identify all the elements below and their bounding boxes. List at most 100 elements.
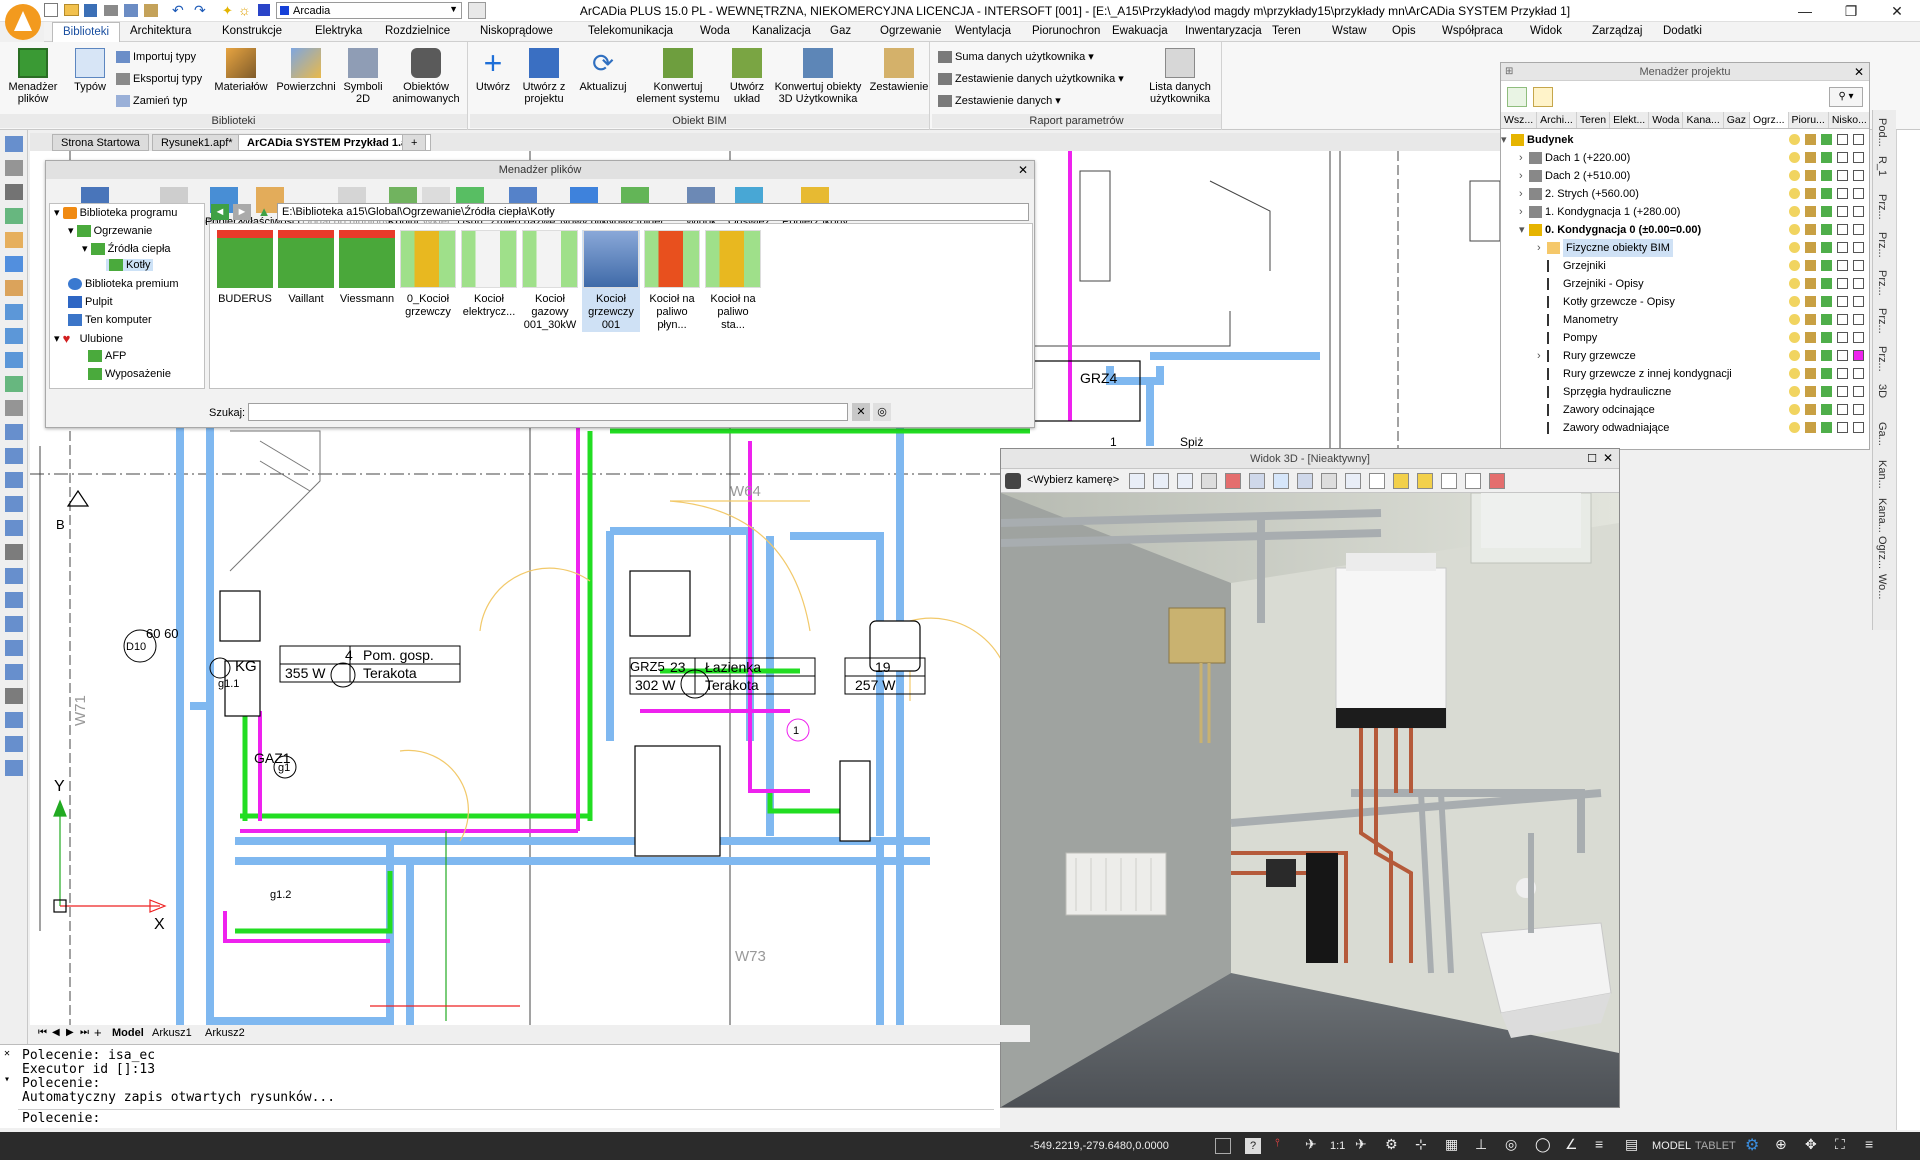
lock-icon[interactable] xyxy=(1805,188,1816,199)
doc-tab[interactable]: Strona Startowa xyxy=(52,134,149,151)
search-input[interactable] xyxy=(248,403,848,421)
layer-toggle[interactable] xyxy=(1853,368,1864,379)
grid-icon[interactable]: ▦ xyxy=(1445,1136,1458,1153)
polar-icon[interactable]: ◎ xyxy=(1505,1136,1517,1153)
layer-select[interactable]: Arcadia ▼ xyxy=(276,2,462,19)
measure-icon[interactable] xyxy=(1297,473,1313,489)
visibility-icon[interactable] xyxy=(1789,242,1800,253)
print-icon[interactable] xyxy=(1821,224,1832,235)
side-tab[interactable]: Prz... xyxy=(1876,270,1888,296)
tpy-icon[interactable]: ▤ xyxy=(1625,1136,1638,1153)
tab-wentylacja[interactable]: Wentylacja xyxy=(955,25,1011,37)
expand-icon[interactable]: › xyxy=(1519,203,1523,221)
side-tab[interactable]: Kan... xyxy=(1876,460,1888,489)
file-item[interactable]: Kocioł na paliwo sta... xyxy=(704,230,762,332)
layer-toggle[interactable] xyxy=(1853,422,1864,433)
render-icon[interactable] xyxy=(1201,473,1217,489)
publish-icon[interactable] xyxy=(144,4,158,17)
expand-icon[interactable]: › xyxy=(1537,239,1541,257)
otrack-icon[interactable]: ∠ xyxy=(1565,1136,1578,1153)
dim-icon[interactable] xyxy=(5,640,23,656)
tab-opis[interactable]: Opis xyxy=(1392,25,1416,37)
minimize-button[interactable]: — xyxy=(1782,0,1828,22)
layer-toggle[interactable] xyxy=(1853,224,1864,235)
set-data-button[interactable]: Zestawienie danych ▾ xyxy=(938,94,1061,108)
project-tree-row[interactable]: Manometry xyxy=(1501,311,1869,329)
project-tree-row[interactable]: Zawory odcinające xyxy=(1501,401,1869,419)
color-icon[interactable] xyxy=(1837,386,1848,397)
tab-niskoprądowe[interactable]: Niskoprądowe xyxy=(480,25,553,37)
section2-icon[interactable] xyxy=(1489,473,1505,489)
tab-wstaw[interactable]: Wstaw xyxy=(1332,25,1367,37)
dot-icon[interactable] xyxy=(5,544,23,560)
close-icon[interactable]: ✕ xyxy=(1603,451,1613,465)
file-item[interactable]: Viessmann xyxy=(338,230,396,306)
lock-icon[interactable] xyxy=(1805,260,1816,271)
print-icon[interactable] xyxy=(1821,296,1832,307)
circle-icon[interactable] xyxy=(5,472,23,488)
tree-item-kotly[interactable]: Kotły xyxy=(106,259,154,272)
insert-icon[interactable] xyxy=(5,736,23,752)
path-field[interactable]: E:\Biblioteka a15\Global\Ogrzewanie\Źród… xyxy=(277,203,1029,221)
layout-tab-model[interactable]: Model xyxy=(112,1027,144,1039)
project-tree-row[interactable]: › Fizyczne obiekty BIM xyxy=(1501,239,1869,257)
zoom-icon[interactable]: ⊕ xyxy=(1775,1136,1787,1153)
types-button[interactable]: Typów xyxy=(70,48,110,93)
visibility-icon[interactable] xyxy=(1789,332,1800,343)
print-icon[interactable] xyxy=(1821,368,1832,379)
project-tree-row[interactable]: Grzejniki - Opisy xyxy=(1501,275,1869,293)
scale-readout[interactable]: 1:1 xyxy=(1330,1140,1345,1152)
project-tree-row[interactable]: › 2. Strych (+560.00) xyxy=(1501,185,1869,203)
walk-icon[interactable] xyxy=(1441,473,1457,489)
side-tab[interactable]: 3D xyxy=(1876,384,1888,398)
visibility-icon[interactable] xyxy=(1789,134,1800,145)
visibility-icon[interactable] xyxy=(1789,314,1800,325)
settings-icon[interactable]: ⚙ xyxy=(1745,1135,1759,1155)
next-page-icon[interactable]: ▶ xyxy=(66,1027,74,1038)
animated-objects-button[interactable]: Obiektów animowanych xyxy=(388,48,464,105)
expand-icon[interactable]: › xyxy=(1537,347,1541,365)
project-tree-row[interactable]: Grzejniki xyxy=(1501,257,1869,275)
pencil-icon[interactable] xyxy=(5,760,23,776)
tab-ewakuacja[interactable]: Ewakuacja xyxy=(1112,25,1168,37)
measure-icon[interactable] xyxy=(5,568,23,584)
layer-toggle[interactable] xyxy=(1853,278,1864,289)
pm-tab[interactable]: Nisko... xyxy=(1829,112,1869,128)
color-icon[interactable] xyxy=(1837,188,1848,199)
search-options-icon[interactable]: ◎ xyxy=(873,403,891,421)
print-icon[interactable] xyxy=(1821,152,1832,163)
lock-icon[interactable] xyxy=(1805,350,1816,361)
clear-search-icon[interactable]: ✕ xyxy=(852,403,870,421)
visibility-icon[interactable] xyxy=(1789,278,1800,289)
lock-icon[interactable] xyxy=(1805,422,1816,433)
view-top-icon[interactable] xyxy=(1129,473,1145,489)
rect-icon[interactable] xyxy=(5,520,23,536)
menu-icon[interactable]: ≡ xyxy=(1865,1136,1873,1152)
workspace-icon[interactable]: ⚙ xyxy=(1385,1136,1398,1153)
tree-item-biblioteka-programu[interactable]: ▾ Biblioteka programu xyxy=(54,206,177,220)
layer-toggle[interactable] xyxy=(1853,134,1864,145)
create-from-project-button[interactable]: Utwórz z projektu xyxy=(514,48,574,105)
camera2-icon[interactable] xyxy=(1345,473,1361,489)
tab-woda[interactable]: Woda xyxy=(700,25,730,37)
tab-ogrzewanie[interactable]: Ogrzewanie xyxy=(880,25,941,37)
user-data-list-button[interactable]: Lista danych użytkownika xyxy=(1140,48,1220,105)
layer-toggle[interactable] xyxy=(1853,332,1864,343)
file-item[interactable]: Kocioł gazowy 001_30kW xyxy=(521,230,579,332)
open-file-icon[interactable] xyxy=(64,4,79,16)
undo-icon[interactable]: ↶ xyxy=(172,2,184,19)
redo-icon[interactable]: ↷ xyxy=(194,2,206,19)
sum-user-data-button[interactable]: Suma danych użytkownika ▾ xyxy=(938,50,1094,64)
pm-tab[interactable]: Elekt... xyxy=(1610,112,1650,128)
print-icon[interactable] xyxy=(1821,170,1832,181)
project-tree-row[interactable]: Kotły grzewcze - Opisy xyxy=(1501,293,1869,311)
import-types-button[interactable]: Importuj typy xyxy=(116,50,196,64)
layer-toggle[interactable] xyxy=(1853,188,1864,199)
view-side-icon[interactable] xyxy=(1177,473,1193,489)
lock-icon[interactable] xyxy=(1805,386,1816,397)
snap-icon[interactable] xyxy=(1215,1138,1231,1154)
print-icon[interactable] xyxy=(1821,386,1832,397)
file-item[interactable]: BUDERUS xyxy=(216,230,274,306)
expand-icon[interactable]: › xyxy=(1519,167,1523,185)
color-icon[interactable] xyxy=(1837,404,1848,415)
